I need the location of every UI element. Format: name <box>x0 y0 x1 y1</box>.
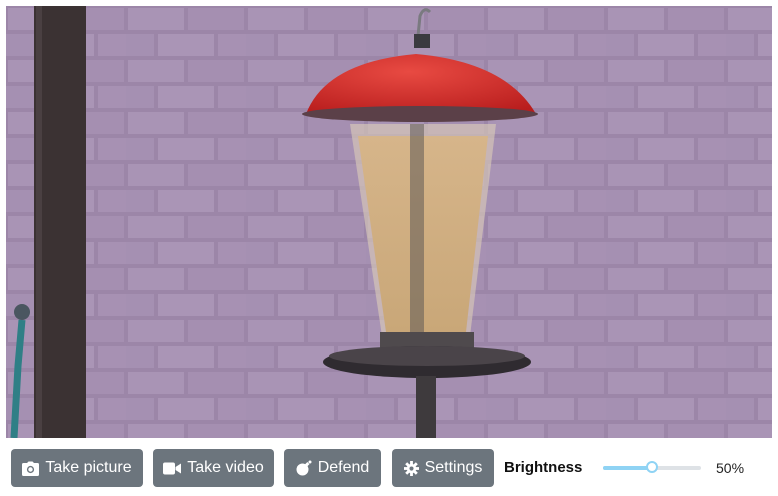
gear-icon <box>403 460 419 476</box>
camera-feed <box>6 6 772 438</box>
camera-icon <box>22 461 40 476</box>
take-picture-label: Take picture <box>45 459 132 476</box>
defend-label: Defend <box>317 459 370 476</box>
video-camera-icon <box>163 462 182 475</box>
slider-fill <box>603 466 652 470</box>
take-video-button[interactable]: Take video <box>153 449 274 487</box>
take-video-label: Take video <box>187 459 264 476</box>
brightness-slider[interactable] <box>603 461 701 474</box>
settings-button[interactable]: Settings <box>392 449 494 487</box>
camera-toolbar: Take picture Take video Defend Settings … <box>0 440 778 496</box>
bomb-icon <box>296 460 312 476</box>
take-picture-button[interactable]: Take picture <box>11 449 143 487</box>
brightness-value: 50% <box>716 460 745 476</box>
defend-button[interactable]: Defend <box>284 449 381 487</box>
brightness-label: Brightness <box>504 459 583 476</box>
settings-label: Settings <box>424 459 483 476</box>
slider-thumb[interactable] <box>646 461 658 473</box>
